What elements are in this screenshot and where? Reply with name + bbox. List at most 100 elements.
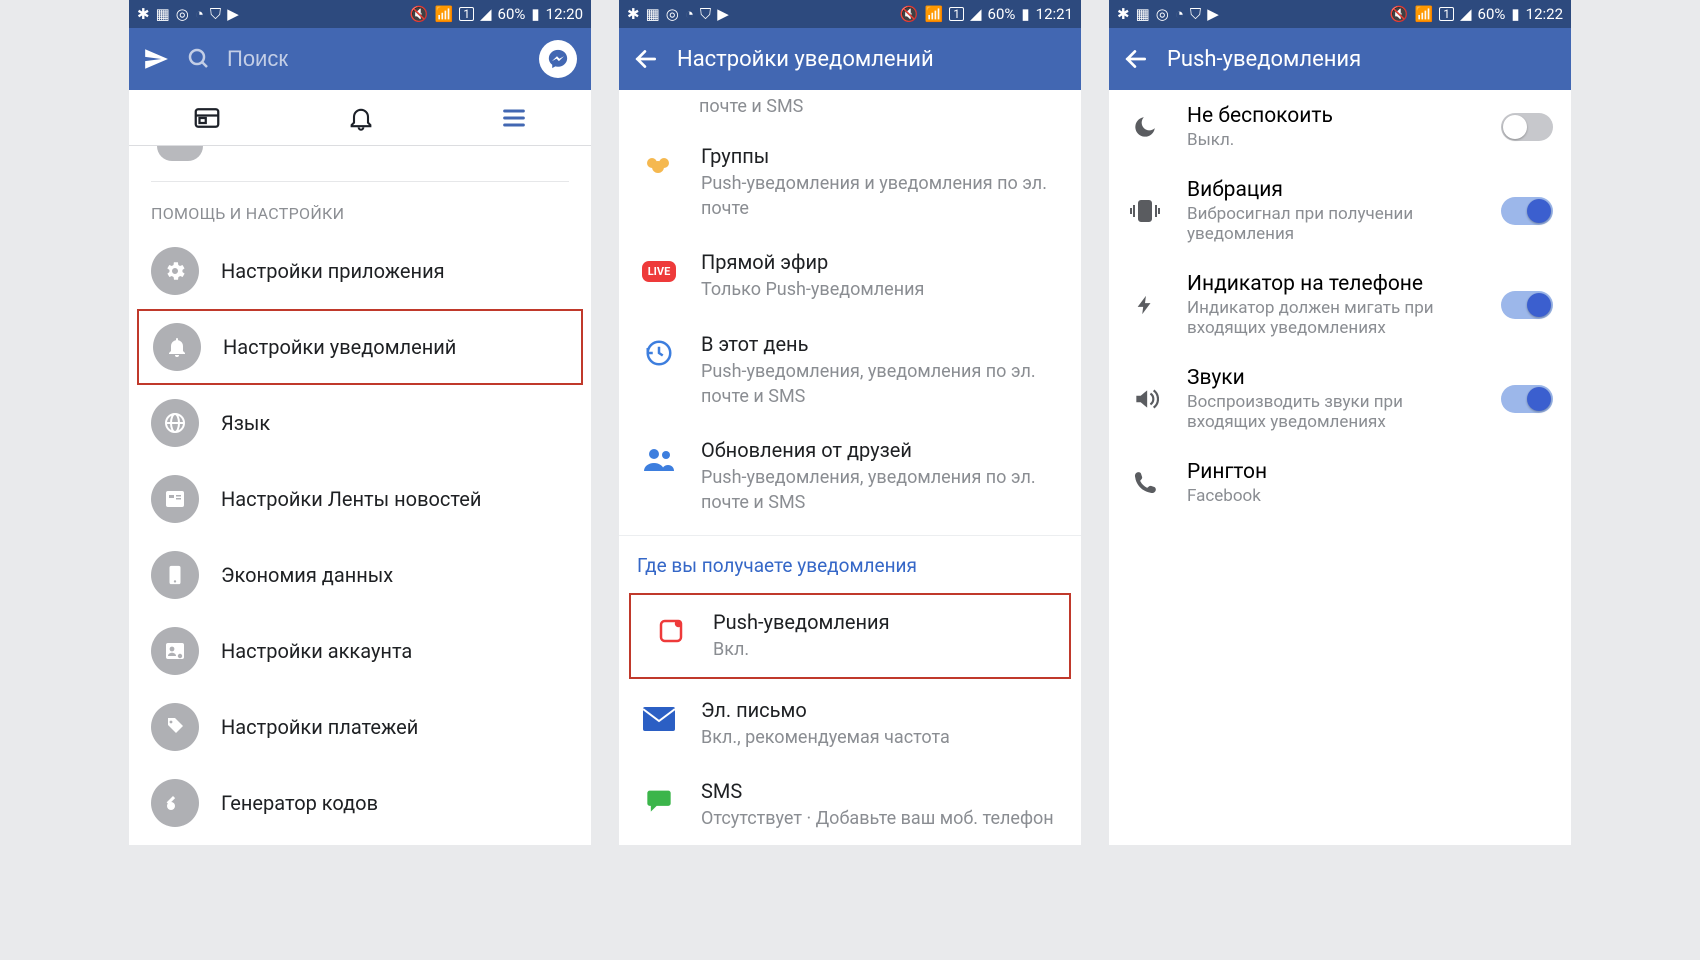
page-title: Настройки уведомлений [677, 47, 934, 72]
mute-icon: 🔇 [900, 7, 919, 22]
menu-data-saver[interactable]: Экономия данных [129, 537, 591, 613]
wifi-icon: 📶 [925, 7, 944, 22]
row-title: SMS [701, 778, 1061, 804]
menu-app-settings[interactable]: Настройки приложения [129, 233, 591, 309]
tab-notifications[interactable] [347, 104, 375, 132]
status-bar: ✱ ▦ ◎ ◔ ⛉ ▶ 🔇 📶 1 ◢ 60% ▮ 12:22 [1109, 0, 1571, 28]
search-icon[interactable] [187, 47, 211, 71]
toggle-dnd[interactable] [1501, 113, 1553, 141]
scrolled-row-tail: почте и SMS [619, 90, 1081, 129]
row-groups[interactable]: Группы Push-уведомления и уведомления по… [619, 129, 1081, 235]
row-sounds[interactable]: Звуки Воспроизводить звуки при входящих … [1109, 352, 1571, 446]
status-icon: ◔ [195, 7, 204, 22]
status-icon: ▦ [646, 7, 660, 22]
row-subtitle: Вибросигнал при получении уведомления [1187, 204, 1477, 244]
speaker-icon [1127, 386, 1163, 412]
page-title: Push-уведомления [1167, 47, 1361, 72]
row-email[interactable]: Эл. письмо Вкл., рекомендуемая частота [619, 683, 1081, 764]
row-subtitle: Facebook [1187, 486, 1553, 506]
phone-icon [151, 551, 199, 599]
wifi-icon: 📶 [1415, 7, 1434, 22]
status-icon: ✱ [1117, 7, 1130, 22]
status-icon: ▦ [1136, 7, 1150, 22]
row-title: Индикатор на телефоне [1187, 272, 1477, 296]
row-friend-updates[interactable]: Обновления от друзей Push-уведомления, у… [619, 423, 1081, 529]
menu-language[interactable]: Язык [129, 385, 591, 461]
row-push-notifications[interactable]: Push-уведомления Вкл. [629, 593, 1071, 678]
signal-icon: ◢ [480, 7, 492, 22]
status-icon: ◔ [1175, 7, 1184, 22]
menu-account-settings[interactable]: Настройки аккаунта [129, 613, 591, 689]
bell-icon [153, 323, 201, 371]
clock: 12:20 [546, 7, 583, 22]
screen-3-push-settings: ✱ ▦ ◎ ◔ ⛉ ▶ 🔇 📶 1 ◢ 60% ▮ 12:22 Push-уве… [1109, 0, 1571, 845]
row-subtitle: Воспроизводить звуки при входящих уведом… [1187, 392, 1477, 432]
menu-feed-settings[interactable]: Настройки Ленты новостей [129, 461, 591, 537]
menu-notification-settings[interactable]: Настройки уведомлений [137, 309, 583, 385]
screen-1-main-menu: ✱ ▦ ◎ ◔ ⛉ ▶ 🔇 📶 1 ◢ 60% ▮ 12:20 [129, 0, 591, 845]
profile-strip [151, 146, 569, 182]
globe-icon [151, 399, 199, 447]
signal-icon: ◢ [1460, 7, 1472, 22]
menu-label: Экономия данных [221, 563, 393, 587]
status-icon: ✱ [137, 7, 150, 22]
row-title: В этот день [701, 331, 1061, 357]
menu-payment-settings[interactable]: Настройки платежей [129, 689, 591, 765]
signal-icon: ◢ [970, 7, 982, 22]
sim-indicator: 1 [1439, 7, 1454, 21]
tab-menu[interactable] [500, 104, 528, 132]
status-icon: ◎ [176, 7, 189, 22]
row-led-indicator[interactable]: Индикатор на телефоне Индикатор должен м… [1109, 258, 1571, 352]
back-button[interactable] [633, 46, 659, 72]
menu-label: Генератор кодов [221, 791, 378, 815]
row-title: Группы [701, 143, 1061, 169]
row-subtitle: Индикатор должен мигать при входящих уве… [1187, 298, 1477, 338]
tab-feed[interactable] [192, 103, 222, 133]
sim-indicator: 1 [459, 7, 474, 21]
avatar-partial [157, 146, 203, 161]
row-subtitle: Выкл. [1187, 130, 1477, 150]
clock: 12:22 [1526, 7, 1563, 22]
phone-handset-icon [1127, 470, 1163, 496]
gear-icon [151, 247, 199, 295]
status-bar: ✱ ▦ ◎ ◔ ⛉ ▶ 🔇 📶 1 ◢ 60% ▮ 12:21 [619, 0, 1081, 28]
wifi-icon: 📶 [435, 7, 454, 22]
menu-code-generator[interactable]: Генератор кодов [129, 765, 591, 841]
row-sms[interactable]: SMS Отсутствует · Добавьте ваш моб. теле… [619, 764, 1081, 845]
row-live[interactable]: LIVE Прямой эфир Только Push-уведомления [619, 235, 1081, 316]
sim-indicator: 1 [949, 7, 964, 21]
menu-label: Настройки уведомлений [223, 335, 456, 359]
row-subtitle: Только Push-уведомления [701, 277, 1061, 302]
status-icon: ▦ [156, 7, 170, 22]
toggle-led[interactable] [1501, 291, 1553, 319]
search-input[interactable] [227, 46, 521, 72]
row-subtitle: Вкл., рекомендуемая частота [701, 725, 1061, 750]
subsection-header: Где вы получаете уведомления [619, 535, 1081, 587]
status-icon: ⛉ [210, 7, 221, 22]
row-title: Рингтон [1187, 460, 1553, 484]
messenger-button[interactable] [539, 40, 577, 78]
app-bar [129, 28, 591, 90]
row-subtitle: Вкл. [713, 637, 1049, 662]
battery-text: 60% [1478, 7, 1506, 22]
row-subtitle: Отсутствует · Добавьте ваш моб. телефон [701, 806, 1061, 831]
row-vibration[interactable]: Вибрация Вибросигнал при получении уведо… [1109, 164, 1571, 258]
row-title: Push-уведомления [713, 609, 1049, 635]
back-button[interactable] [1123, 46, 1149, 72]
groups-icon [637, 143, 681, 187]
row-ringtone[interactable]: Рингтон Facebook [1109, 446, 1571, 520]
bolt-icon [1127, 292, 1163, 318]
push-icon [649, 609, 693, 653]
toggle-sounds[interactable] [1501, 385, 1553, 413]
row-on-this-day[interactable]: В этот день Push-уведомления, уведомлени… [619, 317, 1081, 423]
row-title: Звуки [1187, 366, 1477, 390]
battery-icon: ▮ [1021, 7, 1029, 22]
toggle-vibration[interactable] [1501, 197, 1553, 225]
send-icon[interactable] [143, 46, 169, 72]
row-title: Не беспокоить [1187, 104, 1477, 128]
history-icon [637, 331, 681, 375]
status-icon: ▶ [227, 7, 239, 22]
row-do-not-disturb[interactable]: Не беспокоить Выкл. [1109, 90, 1571, 164]
menu-label: Настройки платежей [221, 715, 418, 739]
status-icon: ◎ [1156, 7, 1169, 22]
